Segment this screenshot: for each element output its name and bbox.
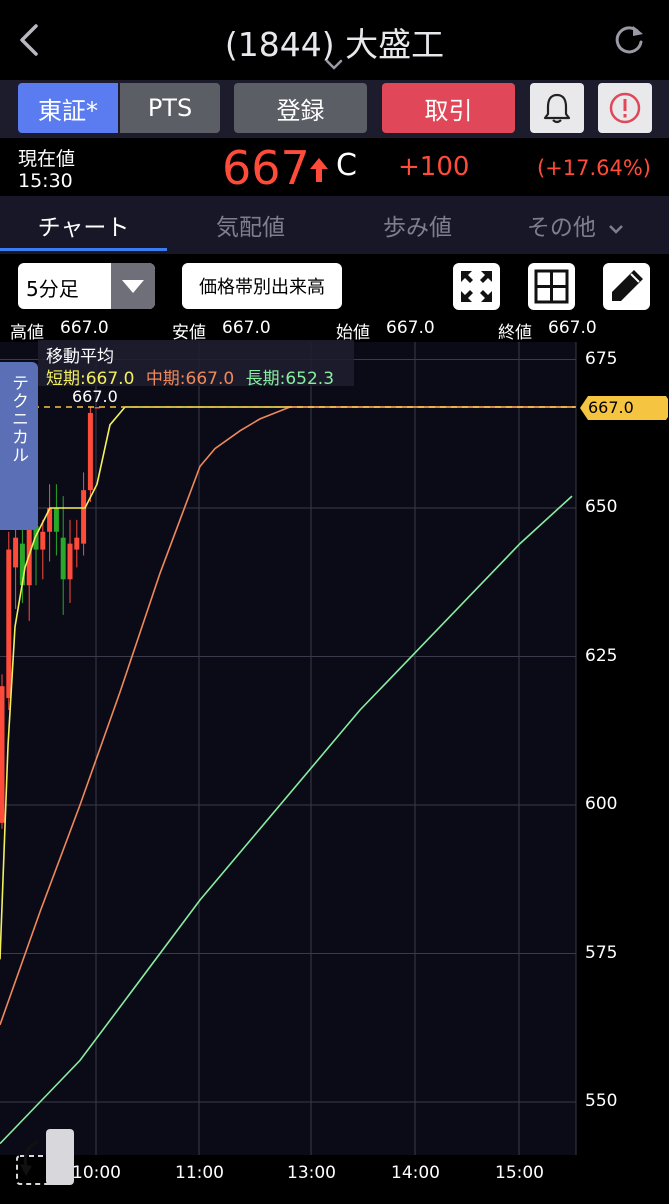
chart-toolbar: 5分足 価格帯別出来高	[0, 254, 669, 318]
technical-tab[interactable]: テクニカル	[0, 362, 38, 530]
quote-time: 15:30	[18, 170, 73, 192]
y-tick-label: 550	[585, 1091, 618, 1111]
candle-body	[60, 537, 66, 580]
ma-long-value: 長期:652.3	[245, 369, 335, 389]
draw-button[interactable]	[603, 263, 650, 310]
close-flag: C	[336, 148, 357, 183]
candle-body	[40, 531, 46, 550]
candle-body	[0, 686, 5, 823]
info-icon	[609, 92, 641, 124]
plot-background	[0, 342, 576, 1155]
x-tick-label: 15:00	[495, 1163, 544, 1183]
x-tick-label: 13:00	[287, 1163, 336, 1183]
low-value: 667.0	[222, 318, 271, 338]
ma-mid-value: 中期:667.0	[145, 369, 235, 389]
open-value: 667.0	[386, 318, 435, 338]
close-value: 667.0	[548, 318, 597, 338]
candle-body	[67, 543, 73, 580]
price-change-pct: (+17.64%)	[536, 156, 651, 180]
candle-body	[74, 537, 80, 550]
tab-chart[interactable]: チャート	[0, 208, 167, 242]
market-tse-button[interactable]: 東証*	[18, 83, 118, 133]
nav-bar: (1844) 大盛工	[0, 0, 669, 80]
ohlc-row: 高値 667.0 安値 667.0 始値 667.0 終値 667.0	[0, 318, 669, 343]
candle-body	[53, 508, 59, 532]
market-pts-button[interactable]: PTS	[120, 83, 220, 133]
close-label: 終値	[498, 323, 532, 343]
layout-button[interactable]	[528, 263, 575, 310]
peak-annotation: 667.0	[72, 387, 118, 406]
technical-tab-label: テクニカル	[8, 374, 28, 464]
moving-average-values: 短期:667.0 中期:667.0 長期:652.3	[46, 364, 334, 389]
action-bar: 東証* PTS 登録 取引	[0, 80, 669, 138]
grid-icon	[534, 269, 569, 304]
price-chart[interactable]	[0, 342, 669, 1200]
price-volume-button[interactable]: 価格帯別出来高	[182, 263, 342, 309]
y-tick-label: 600	[585, 794, 618, 814]
y-tick-label: 575	[585, 942, 618, 963]
interval-value: 5分足	[26, 277, 79, 301]
quote-row: 現在値 15:30 667 C +100 (+17.64%)	[0, 138, 669, 196]
trade-button[interactable]: 取引	[382, 83, 515, 133]
info-button[interactable]	[598, 83, 652, 133]
x-tick-label: 10:00	[72, 1163, 121, 1183]
tab-bar: チャート 気配値 歩み値 その他	[0, 196, 669, 254]
y-tick-label: 675	[585, 348, 618, 369]
chart-mode-toggle[interactable]	[16, 1128, 76, 1186]
chevron-down-icon	[609, 225, 624, 234]
bell-icon	[543, 93, 571, 124]
pencil-icon	[612, 270, 643, 301]
alert-button[interactable]	[530, 83, 584, 133]
y-tick-label: 650	[585, 497, 618, 517]
register-button[interactable]: 登録	[234, 83, 367, 133]
fullscreen-button[interactable]	[453, 263, 500, 310]
interval-dropdown-toggle[interactable]	[111, 263, 155, 309]
current-price-label: 現在値	[18, 148, 76, 170]
reload-icon[interactable]	[611, 22, 647, 58]
ma-short-value: 短期:667.0	[46, 369, 135, 389]
tab-trades[interactable]: 歩み値	[334, 208, 501, 242]
y-tick-label: 625	[585, 645, 618, 666]
expand-icon	[461, 271, 492, 302]
tab-indicator	[0, 248, 167, 251]
current-price: 667	[222, 141, 310, 195]
candle-body	[13, 537, 19, 568]
triangle-down-icon	[122, 280, 144, 293]
candle-body	[87, 412, 93, 491]
candle-body	[6, 549, 12, 699]
candle-body	[81, 490, 87, 544]
up-arrow-icon	[310, 158, 328, 182]
chart-area[interactable]	[0, 342, 669, 1200]
tab-other[interactable]: その他	[501, 208, 651, 242]
tab-quotes[interactable]: 気配値	[167, 208, 334, 242]
interval-select[interactable]: 5分足	[18, 263, 155, 309]
x-tick-label: 11:00	[175, 1163, 224, 1183]
chevron-down-icon[interactable]	[324, 58, 344, 72]
high-value: 667.0	[60, 318, 109, 338]
price-change: +100	[398, 152, 470, 182]
candle-body	[94, 407, 100, 409]
current-price-tag-label: 667.0	[588, 398, 634, 417]
tab-other-label: その他	[526, 215, 596, 241]
x-tick-label: 14:00	[391, 1163, 440, 1183]
